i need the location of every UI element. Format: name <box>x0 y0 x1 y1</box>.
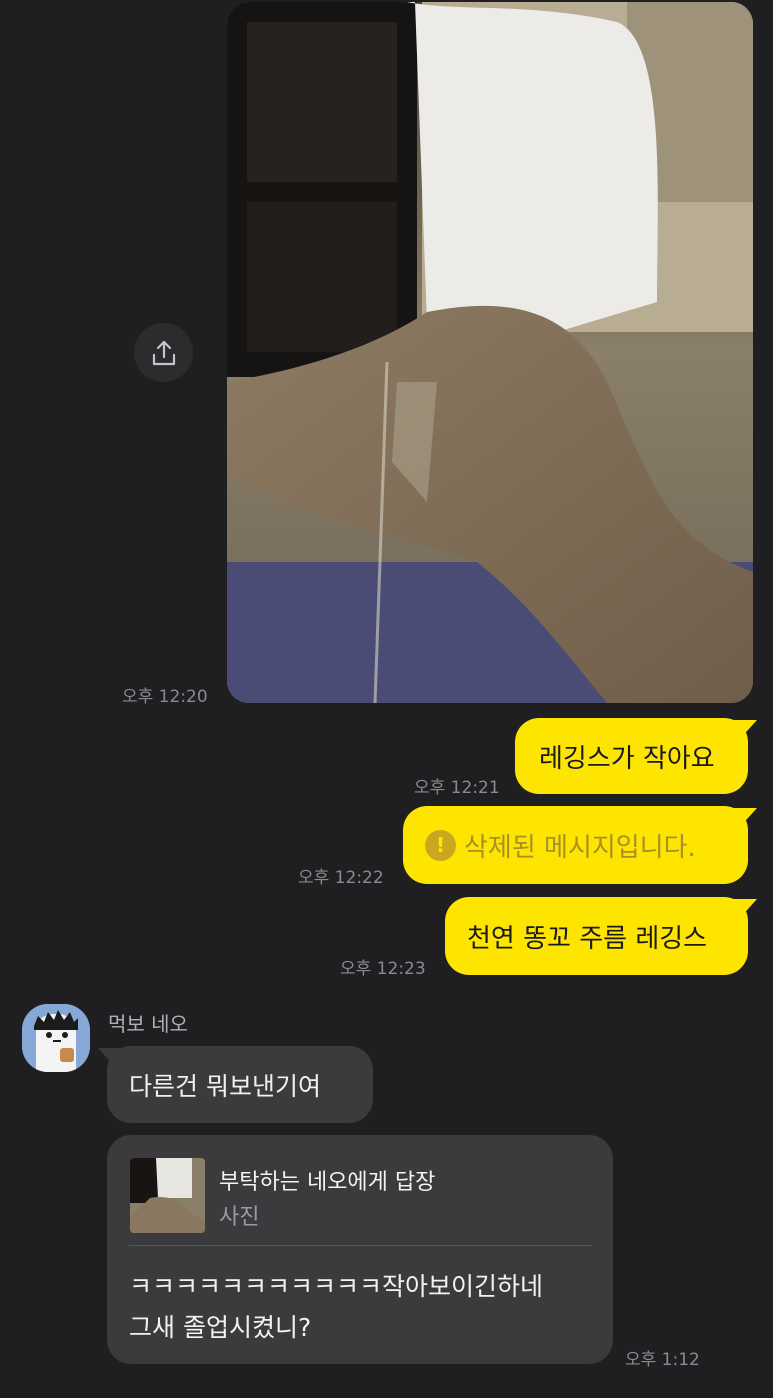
reply-photo-thumbnail[interactable] <box>130 1158 205 1233</box>
bubble-tail <box>733 899 757 919</box>
thumbnail-image <box>130 1158 205 1233</box>
deleted-message-bubble[interactable]: ! 삭제된 메시지입니다. <box>403 806 757 884</box>
message-text: 레깅스가 작아요 <box>539 743 715 774</box>
shared-photo[interactable] <box>227 2 753 703</box>
share-icon <box>152 340 175 365</box>
my-message-bubble[interactable]: 천연 똥꼬 주름 레깅스 <box>445 897 757 975</box>
message-timestamp: 오후 12:23 <box>340 959 426 979</box>
reply-line: ㅋㅋㅋㅋㅋㅋㅋㅋㅋㅋㅋ작아보이긴하네 <box>129 1272 544 1301</box>
reply-message-text: ㅋㅋㅋㅋㅋㅋㅋㅋㅋㅋㅋ작아보이긴하네 그새 졸업시켰니? <box>129 1266 599 1348</box>
reply-line: 그새 졸업시켰니? <box>129 1313 312 1342</box>
bubble-tail <box>98 1048 122 1068</box>
neo-character-icon <box>22 1004 90 1072</box>
reply-divider <box>129 1245 592 1246</box>
message-text: 다른건 뭐보낸기여 <box>129 1071 321 1101</box>
photo-timestamp: 오후 12:20 <box>122 687 208 707</box>
other-message-bubble[interactable]: 다른건 뭐보낸기여 <box>98 1046 373 1123</box>
my-message-bubble[interactable]: 레깅스가 작아요 <box>515 718 757 794</box>
share-button[interactable] <box>134 323 193 382</box>
message-timestamp: 오후 12:22 <box>298 868 384 888</box>
sender-name: 먹보 네오 <box>108 1012 188 1036</box>
reply-title: 부탁하는 네오에게 답장 <box>219 1170 436 1195</box>
message-timestamp: 오후 12:21 <box>414 778 500 798</box>
photo-image <box>227 2 753 703</box>
bubble-tail <box>733 720 757 740</box>
reply-subtitle: 사진 <box>219 1205 260 1230</box>
reply-timestamp: 오후 1:12 <box>625 1350 700 1370</box>
message-text: 삭제된 메시지입니다. <box>464 832 696 863</box>
message-text: 천연 똥꼬 주름 레깅스 <box>467 923 708 954</box>
bubble-tail <box>733 808 757 828</box>
exclamation-icon: ! <box>425 829 456 861</box>
avatar[interactable] <box>22 1004 90 1072</box>
